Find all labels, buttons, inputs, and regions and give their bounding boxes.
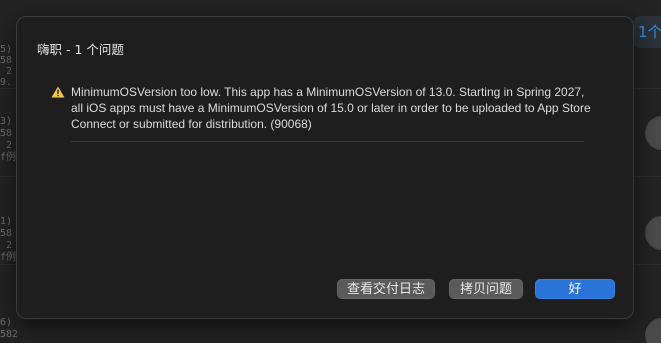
list-item-fragment: 9. <box>0 77 13 88</box>
list-item-fragment: 58 <box>0 228 13 239</box>
issue-message: MinimumOSVersion too low. This app has a… <box>71 85 591 131</box>
issue-item: MinimumOSVersion too low. This app has a… <box>51 84 591 132</box>
list-item-fragment: 6) <box>0 317 13 328</box>
warning-icon <box>51 86 65 98</box>
list-item-fragment: f例 <box>0 252 17 263</box>
ok-button[interactable]: 好 <box>535 279 615 299</box>
list-item-fragment: 2 <box>6 66 13 77</box>
issues-dialog: 嗨职 - 1 个问题 MinimumOSVersion too low. Thi… <box>16 16 634 319</box>
app-window: 5) 58 2 9. 3) 58 2 f例 1) 58 2 f例 6) 582 … <box>0 0 661 343</box>
list-item-fragment: f例 <box>0 152 17 163</box>
list-item-action-icon[interactable] <box>645 216 661 250</box>
copy-issues-button[interactable]: 拷贝问题 <box>449 279 523 299</box>
list-item-fragment: 5) <box>0 44 13 55</box>
list-item-fragment: 58 <box>0 55 13 66</box>
list-item-action-icon[interactable] <box>645 116 661 150</box>
divider <box>71 141 584 142</box>
list-item-fragment: 1) <box>0 216 13 227</box>
list-item-fragment: 58 <box>0 128 13 139</box>
dialog-title: 嗨职 - 1 个问题 <box>37 42 124 57</box>
list-item-fragment: 2 <box>6 240 13 251</box>
list-item-fragment: 2 <box>6 140 13 151</box>
list-item-fragment: 582 <box>0 329 19 340</box>
view-delivery-log-button[interactable]: 查看交付日志 <box>337 279 435 299</box>
list-item-action-icon[interactable] <box>645 318 661 343</box>
issues-tab[interactable]: 1个 <box>634 16 661 48</box>
list-item-fragment: 3) <box>0 116 13 127</box>
